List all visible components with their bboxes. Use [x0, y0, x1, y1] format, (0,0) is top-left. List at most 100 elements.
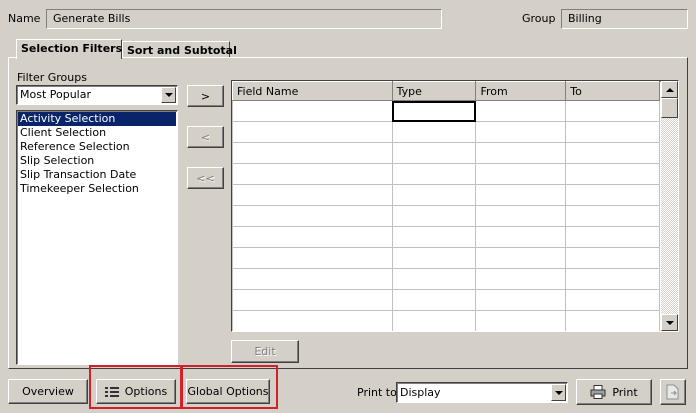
- table-cell[interactable]: [391, 142, 477, 164]
- print-button[interactable]: Print: [576, 379, 652, 405]
- filter-group-item[interactable]: Slip Selection: [18, 154, 176, 168]
- name-label: Name: [8, 12, 41, 25]
- dropdown-arrow-button[interactable]: [161, 87, 176, 103]
- filter-group-item[interactable]: Reference Selection: [18, 140, 176, 154]
- filter-group-item[interactable]: Activity Selection: [18, 112, 176, 126]
- scroll-down-button[interactable]: [661, 314, 678, 331]
- group-field[interactable]: Billing: [561, 9, 688, 29]
- table-cell[interactable]: [232, 100, 393, 122]
- scroll-thumb[interactable]: [661, 98, 678, 118]
- export-button[interactable]: [660, 379, 686, 405]
- table-row[interactable]: [232, 184, 660, 206]
- table-cell[interactable]: [565, 100, 660, 122]
- column-header-type[interactable]: Type: [391, 81, 477, 101]
- table-cell[interactable]: [565, 226, 660, 248]
- options-icon: [104, 386, 119, 397]
- table-cell[interactable]: [475, 121, 567, 143]
- table-row[interactable]: [232, 268, 660, 290]
- table-cell[interactable]: [565, 247, 660, 269]
- table-cell[interactable]: [232, 205, 393, 227]
- table-row[interactable]: [232, 247, 660, 269]
- print-to-selected: Display: [400, 386, 441, 399]
- table-cell[interactable]: [475, 142, 567, 164]
- table-cell[interactable]: [475, 268, 567, 290]
- name-field[interactable]: Generate Bills: [46, 9, 442, 29]
- table-row[interactable]: [232, 163, 660, 185]
- table-cell[interactable]: [232, 226, 393, 248]
- scroll-up-icon: [665, 87, 674, 92]
- filter-fields-grid[interactable]: Field Name Type From To: [231, 80, 679, 332]
- table-cell[interactable]: [391, 100, 477, 122]
- global-options-button[interactable]: Global Options: [186, 379, 270, 404]
- table-cell[interactable]: [232, 310, 393, 331]
- table-row[interactable]: [232, 226, 660, 248]
- table-cell[interactable]: [232, 163, 393, 185]
- print-to-label: Print to: [357, 386, 397, 399]
- filter-group-item[interactable]: Timekeeper Selection: [18, 182, 176, 196]
- column-header-field-name[interactable]: Field Name: [232, 81, 393, 101]
- table-cell[interactable]: [232, 268, 393, 290]
- table-row[interactable]: [232, 100, 660, 122]
- print-button-label: Print: [612, 385, 638, 399]
- table-cell[interactable]: [232, 247, 393, 269]
- table-cell[interactable]: [565, 184, 660, 206]
- table-row[interactable]: [232, 205, 660, 227]
- options-button-label: Options: [124, 385, 168, 398]
- table-cell[interactable]: [391, 184, 477, 206]
- tab-selection-filters-label: Selection Filters: [21, 42, 123, 55]
- table-row[interactable]: [232, 121, 660, 143]
- filter-group-item[interactable]: Client Selection: [18, 126, 176, 140]
- table-cell[interactable]: [475, 100, 567, 122]
- table-cell[interactable]: [391, 310, 477, 331]
- table-cell[interactable]: [475, 163, 567, 185]
- table-row[interactable]: [232, 289, 660, 311]
- column-header-from[interactable]: From: [475, 81, 567, 101]
- table-cell[interactable]: [391, 163, 477, 185]
- print-to-dropdown[interactable]: Display: [396, 382, 568, 403]
- table-cell[interactable]: [565, 142, 660, 164]
- remove-all-fields-button[interactable]: <<: [187, 167, 224, 189]
- options-button[interactable]: Options: [96, 379, 176, 404]
- scroll-down-icon: [665, 320, 674, 325]
- add-field-button[interactable]: >: [187, 85, 224, 107]
- table-cell[interactable]: [475, 289, 567, 311]
- table-cell[interactable]: [232, 184, 393, 206]
- scroll-up-button[interactable]: [661, 81, 678, 98]
- table-cell[interactable]: [475, 226, 567, 248]
- printer-icon: [590, 385, 606, 399]
- tab-sort-and-subtotal-label: Sort and Subtotal: [127, 44, 237, 57]
- filter-group-item[interactable]: Slip Transaction Date: [18, 168, 176, 182]
- tab-selection-filters[interactable]: Selection Filters: [16, 39, 122, 59]
- table-cell[interactable]: [475, 247, 567, 269]
- table-cell[interactable]: [391, 268, 477, 290]
- print-to-dropdown-arrow[interactable]: [551, 384, 566, 401]
- overview-button[interactable]: Overview: [8, 379, 88, 404]
- table-cell[interactable]: [391, 289, 477, 311]
- filter-groups-dropdown[interactable]: Most Popular: [16, 85, 178, 105]
- table-cell[interactable]: [391, 226, 477, 248]
- edit-button[interactable]: Edit: [231, 340, 299, 363]
- tab-sort-and-subtotal[interactable]: Sort and Subtotal: [122, 41, 237, 58]
- table-cell[interactable]: [565, 205, 660, 227]
- table-cell[interactable]: [232, 289, 393, 311]
- table-cell[interactable]: [232, 121, 393, 143]
- table-cell[interactable]: [391, 205, 477, 227]
- remove-field-button[interactable]: <: [187, 126, 224, 148]
- table-cell[interactable]: [565, 310, 660, 331]
- table-cell[interactable]: [565, 163, 660, 185]
- filter-groups-label: Filter Groups: [17, 71, 87, 84]
- table-cell[interactable]: [475, 205, 567, 227]
- table-cell[interactable]: [475, 310, 567, 331]
- table-row[interactable]: [232, 142, 660, 164]
- column-header-to[interactable]: To: [565, 81, 660, 101]
- table-cell[interactable]: [565, 268, 660, 290]
- table-cell[interactable]: [232, 142, 393, 164]
- table-cell[interactable]: [391, 247, 477, 269]
- table-cell[interactable]: [475, 184, 567, 206]
- table-row[interactable]: [232, 310, 660, 331]
- table-cell[interactable]: [391, 121, 477, 143]
- table-cell[interactable]: [565, 121, 660, 143]
- grid-vertical-scrollbar[interactable]: [661, 81, 678, 331]
- filter-groups-list[interactable]: Activity Selection Client Selection Refere…: [16, 110, 178, 365]
- table-cell[interactable]: [565, 289, 660, 311]
